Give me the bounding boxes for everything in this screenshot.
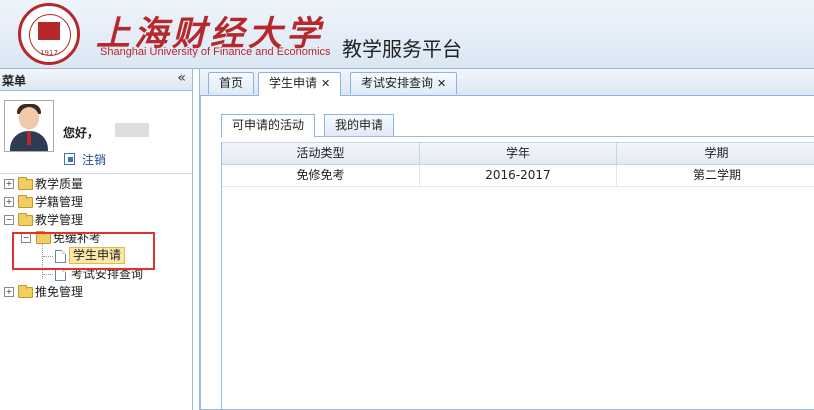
collapse-icon[interactable]: « (177, 70, 186, 86)
main-panel: 首页 学生申请 ✕ 考试安排查询 ✕ 可申请的活动 我的申请 活动类型 学年 学期 … (199, 69, 814, 410)
subtab-label: 我的申请 (335, 118, 384, 132)
tree-node-label: 推免管理 (35, 285, 84, 299)
tree-node-student-records[interactable]: + 学籍管理 (0, 193, 190, 211)
tab-label: 学生申请 (269, 76, 318, 90)
university-name-en: Shanghai University of Finance and Econo… (100, 46, 331, 58)
app-header: 1917 上海财经大学 Shanghai University of Finan… (0, 0, 814, 69)
expand-icon[interactable]: + (4, 179, 14, 189)
tree-node-recommendation[interactable]: + 推免管理 (0, 283, 190, 301)
avatar (4, 100, 54, 152)
tree-node-teaching-management[interactable]: − 教学管理 (0, 211, 190, 229)
column-header-academic-year[interactable]: 学年 (420, 143, 617, 164)
activities-grid: 活动类型 学年 学期 免修免考 2016-2017 第二学期 (221, 142, 814, 410)
cell-semester: 第二学期 (692, 168, 741, 182)
subtab-my-applications[interactable]: 我的申请 (324, 114, 395, 136)
folder-open-icon (18, 213, 33, 226)
folder-icon (18, 195, 33, 208)
expand-icon[interactable]: + (4, 197, 14, 207)
tree-node-label: 教学质量 (35, 177, 84, 191)
tab-home[interactable]: 首页 (208, 72, 255, 94)
tree-node-teaching-quality[interactable]: + 教学质量 (0, 175, 190, 193)
tab-content: 可申请的活动 我的申请 活动类型 学年 学期 免修免考 2016-2017 第二… (200, 96, 814, 410)
sidebar-header: 菜单 « (0, 69, 192, 91)
tab-label: 考试安排查询 (361, 76, 434, 90)
tree-node-label: 学籍管理 (35, 195, 84, 209)
greeting: 您好， (63, 126, 100, 140)
tab-student-application[interactable]: 学生申请 ✕ (258, 72, 342, 96)
subtab-available-activities[interactable]: 可申请的活动 (221, 114, 316, 137)
column-header-semester[interactable]: 学期 (617, 143, 814, 164)
tab-label: 首页 (219, 76, 244, 90)
sidebar-title: 菜单 (2, 74, 27, 88)
expand-icon[interactable]: + (4, 287, 14, 297)
tab-exam-schedule[interactable]: 考试安排查询 ✕ (350, 72, 458, 94)
tree-node-label: 教学管理 (35, 213, 84, 227)
collapse-icon[interactable]: − (4, 215, 14, 225)
folder-icon (18, 285, 33, 298)
subtab-label: 可申请的活动 (232, 118, 305, 132)
logout-icon[interactable] (64, 153, 75, 165)
grid-header: 活动类型 学年 学期 (222, 142, 814, 165)
column-header-activity-type[interactable]: 活动类型 (222, 143, 420, 164)
user-panel: 您好， 注销 (0, 91, 192, 174)
folder-icon (18, 177, 33, 190)
tab-bar: 首页 学生申请 ✕ 考试安排查询 ✕ (200, 69, 814, 96)
close-icon[interactable]: ✕ (321, 77, 330, 90)
cell-academic-year: 2016-2017 (420, 165, 617, 186)
highlight-annotation-box (12, 232, 155, 270)
logout-link[interactable]: 注销 (82, 151, 106, 168)
table-row[interactable]: 免修免考 2016-2017 第二学期 (222, 165, 814, 187)
username-redacted (115, 123, 149, 137)
close-icon[interactable]: ✕ (437, 77, 446, 90)
cell-activity-type: 免修免考 (222, 165, 420, 186)
subtab-bar: 可申请的活动 我的申请 (221, 114, 814, 137)
university-seal-icon: 1917 (18, 3, 80, 65)
platform-title: 教学服务平台 (342, 37, 462, 61)
